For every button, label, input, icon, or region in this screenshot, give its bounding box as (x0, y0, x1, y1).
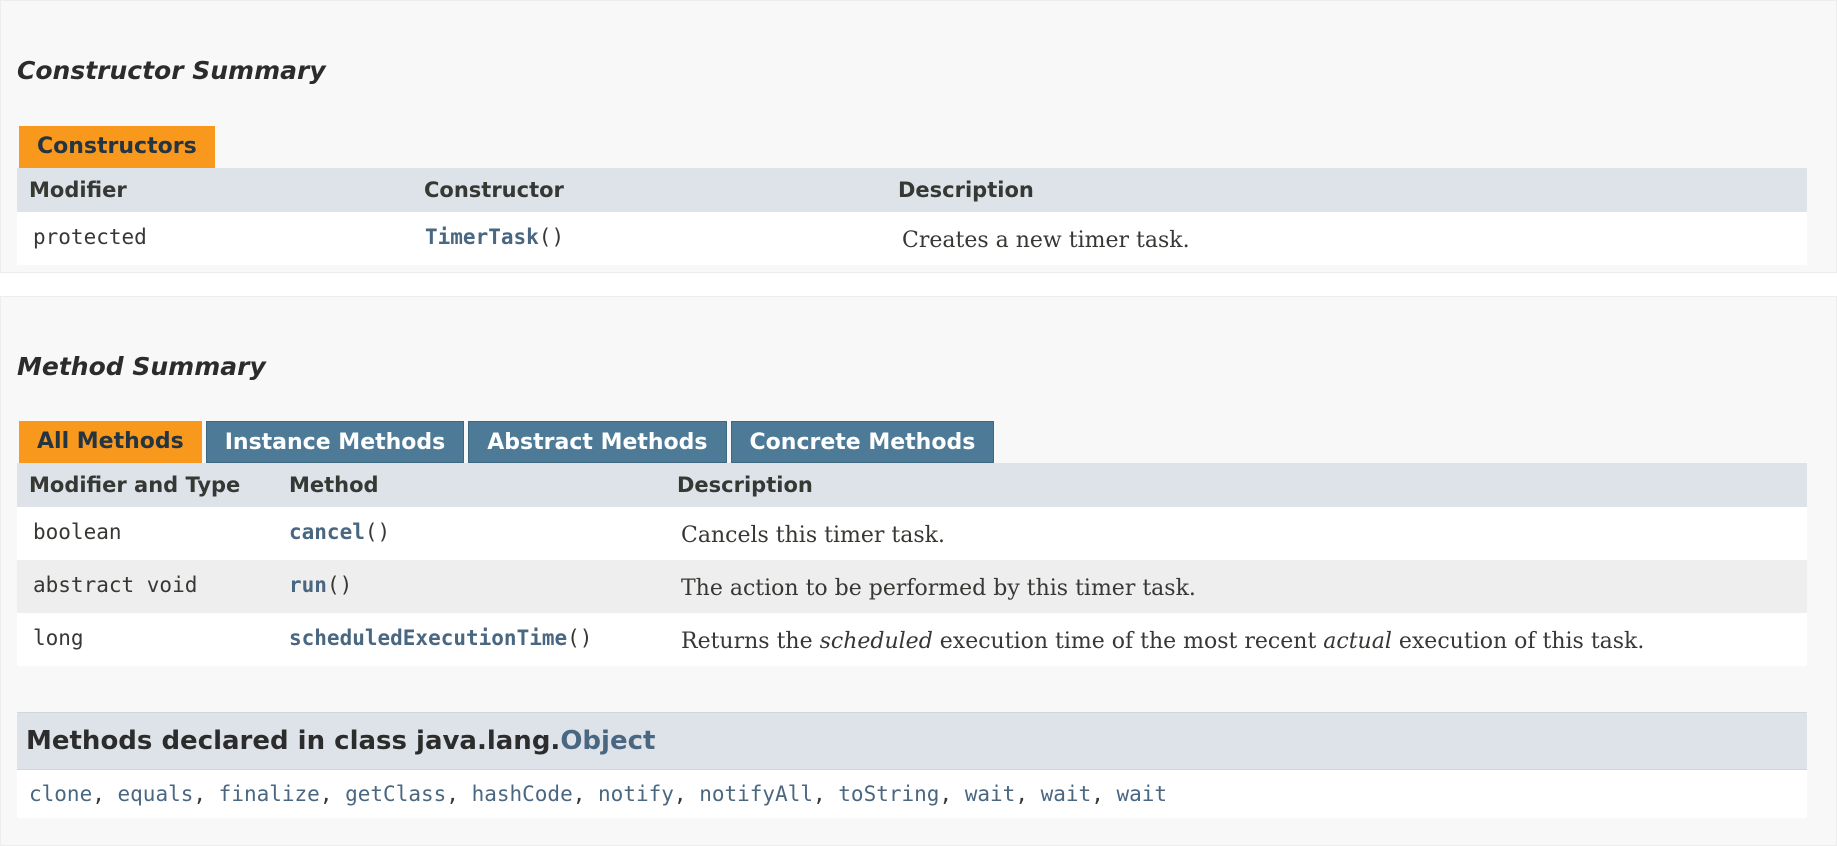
method-params: () (567, 626, 593, 650)
inherited-method-link-hashCode[interactable]: hashCode (472, 782, 573, 806)
table-row: boolean cancel() Cancels this timer task… (17, 507, 1807, 560)
constructor-tab-bar: Constructors (19, 126, 215, 168)
table-row: protected TimerTask() Creates a new time… (17, 212, 1807, 265)
separator: , (673, 782, 700, 806)
header-method: Method (289, 473, 379, 497)
desc-emphasis: scheduled (819, 629, 933, 654)
header-constructor: Constructor (424, 178, 564, 202)
tab-concrete-methods[interactable]: Concrete Methods (730, 421, 995, 463)
separator: , (319, 782, 346, 806)
method-params: () (364, 520, 391, 544)
constructor-description: Creates a new timer task. (902, 228, 1190, 253)
inherited-method-link-notifyAll[interactable]: notifyAll (699, 782, 813, 806)
tab-constructors[interactable]: Constructors (19, 126, 215, 168)
separator: , (572, 782, 599, 806)
desc-text: execution time of the most recent (932, 629, 1324, 654)
tab-instance-methods[interactable]: Instance Methods (205, 421, 465, 463)
inherited-method-link-equals[interactable]: equals (118, 782, 194, 806)
separator: , (1015, 782, 1041, 806)
inherited-method-link-getClass[interactable]: getClass (345, 782, 446, 806)
header-modifier: Modifier (29, 178, 127, 202)
method-description: Cancels this timer task. (681, 523, 945, 548)
separator: , (193, 782, 219, 806)
method-summary-section: Method Summary All Methods Instance Meth… (0, 296, 1837, 846)
method-type: long (33, 626, 84, 650)
method-link-scheduled-execution-time[interactable]: scheduledExecutionTime (289, 626, 567, 650)
method-signature: scheduledExecutionTime() (289, 613, 592, 663)
inherited-method-link-finalize[interactable]: finalize (219, 782, 320, 806)
method-table-header: Modifier and Type Method Description (17, 463, 1807, 507)
method-params: () (326, 573, 353, 597)
header-modifier-type: Modifier and Type (29, 473, 241, 497)
constructor-table: Modifier Constructor Description protect… (17, 168, 1807, 265)
inherited-method-link-toString[interactable]: toString (838, 782, 939, 806)
separator: , (1091, 782, 1117, 806)
desc-emphasis: actual (1323, 629, 1392, 654)
inherited-method-link-wait[interactable]: wait (1041, 782, 1092, 806)
inherited-method-link-wait[interactable]: wait (1116, 782, 1167, 806)
method-type: boolean (33, 520, 122, 544)
method-description: The action to be performed by this timer… (681, 576, 1196, 601)
constructor-link[interactable]: TimerTask (425, 225, 539, 249)
method-type: abstract void (33, 573, 198, 597)
header-description: Description (677, 473, 813, 497)
constructor-summary-title: Constructor Summary (17, 56, 326, 85)
inherited-methods-heading: Methods declared in class java.lang.Obje… (17, 712, 1807, 770)
method-link-cancel[interactable]: cancel (289, 520, 365, 544)
inherited-methods-list: clone, equals, finalize, getClass, hashC… (17, 770, 1807, 818)
inherited-method-link-notify[interactable]: notify (598, 782, 674, 806)
inherited-method-link-clone[interactable]: clone (29, 782, 92, 806)
table-row: abstract void run() The action to be per… (17, 560, 1807, 613)
desc-text: Returns the (681, 629, 820, 654)
method-summary-title: Method Summary (17, 352, 266, 381)
method-signature: run() (289, 560, 352, 610)
method-signature: cancel() (289, 507, 390, 557)
table-row: long scheduledExecutionTime() Returns th… (17, 613, 1807, 666)
separator: , (446, 782, 472, 806)
header-description: Description (898, 178, 1034, 202)
separator: , (939, 782, 965, 806)
constructor-modifier: protected (33, 225, 147, 249)
inherited-methods-block: Methods declared in class java.lang.Obje… (17, 712, 1807, 818)
object-class-link[interactable]: Object (560, 726, 655, 756)
method-tab-bar: All Methods Instance Methods Abstract Me… (19, 421, 995, 463)
tab-abstract-methods[interactable]: Abstract Methods (468, 421, 727, 463)
separator: , (812, 782, 839, 806)
separator: , (92, 782, 118, 806)
inherited-prefix: Methods declared in class java.lang. (26, 726, 561, 756)
constructor-summary-section: Constructor Summary Constructors Modifie… (0, 0, 1837, 273)
constructor-signature: TimerTask() (425, 212, 564, 262)
method-link-run[interactable]: run (289, 573, 327, 597)
method-table: Modifier and Type Method Description boo… (17, 463, 1807, 666)
inherited-method-link-wait[interactable]: wait (965, 782, 1016, 806)
desc-text: execution of this task. (1391, 629, 1645, 654)
constructor-table-header: Modifier Constructor Description (17, 168, 1807, 212)
tab-all-methods[interactable]: All Methods (19, 421, 202, 463)
constructor-params: () (538, 225, 565, 249)
method-description: Returns the scheduled execution time of … (681, 613, 1644, 671)
